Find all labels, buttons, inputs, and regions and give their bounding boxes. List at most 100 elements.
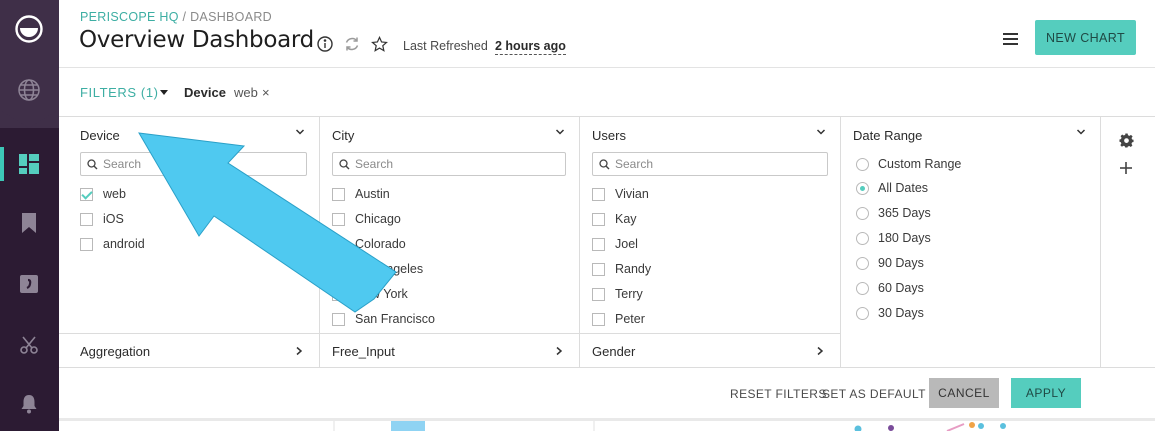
checkbox[interactable] [332,312,345,326]
scissors-icon[interactable] [14,330,44,360]
option-label: San Francisco [355,312,435,326]
city-option-san-francisco[interactable]: San Francisco [332,310,435,328]
option-label: iOS [103,212,124,226]
users-search-field[interactable] [592,152,828,176]
radio-button[interactable] [856,231,869,245]
city-option-los-angeles[interactable]: Los Angeles [332,260,423,278]
date-option-60-days[interactable]: 60 Days [856,279,924,297]
periscope-logo-icon[interactable] [14,14,44,44]
last-refreshed-value[interactable]: 2 hours ago [495,39,566,55]
city-filter-title: City [332,128,355,143]
option-label: Terry [615,287,643,301]
checkbox[interactable] [592,262,605,276]
date-range-filter-title: Date Range [853,128,923,143]
bell-icon[interactable] [14,389,44,419]
city-option-austin[interactable]: Austin [332,185,390,203]
date-option-365-days[interactable]: 365 Days [856,204,931,222]
aggregation-filter-row[interactable]: Aggregation [59,333,320,368]
city-filter-column: City Austin Chicago Colorado Los Angeles… [320,117,580,333]
hamburger-menu-icon[interactable] [1000,29,1022,49]
users-search-input[interactable] [615,156,815,172]
date-option-30-days[interactable]: 30 Days [856,304,924,322]
device-option-android[interactable]: android [80,235,145,253]
panel-side-tools [1101,117,1155,368]
city-option-colorado[interactable]: Colorado [332,235,406,253]
date-option-all-dates[interactable]: All Dates [856,179,928,197]
free-input-filter-row[interactable]: Free_Input [320,333,580,368]
city-option-chicago[interactable]: Chicago [332,210,401,228]
gender-filter-row[interactable]: Gender [580,333,841,368]
option-label: Chicago [355,212,401,226]
date-option-180-days[interactable]: 180 Days [856,229,931,247]
radio-button[interactable] [856,281,869,295]
users-option-vivian[interactable]: Vivian [592,185,649,203]
option-label: Randy [615,262,652,276]
checkbox[interactable] [332,262,345,276]
star-icon[interactable] [370,35,388,53]
date-option-90-days[interactable]: 90 Days [856,254,924,272]
bookmark-icon[interactable] [14,208,44,238]
plus-icon[interactable] [1117,159,1135,177]
set-as-default-link[interactable]: SET AS DEFAULT [822,387,926,401]
search-icon [599,159,610,170]
city-search-input[interactable] [355,156,555,172]
sql-icon[interactable] [14,269,44,299]
checkbox[interactable] [592,187,605,201]
apply-button[interactable]: APPLY [1011,378,1081,408]
breadcrumb: PERISCOPE HQ / DASHBOARD [80,10,272,24]
radio-button[interactable] [856,306,869,320]
refresh-icon[interactable] [343,35,361,53]
new-chart-button[interactable]: NEW CHART [1035,20,1136,55]
users-option-peter[interactable]: Peter [592,310,645,328]
checkbox[interactable] [332,237,345,251]
caret-down-icon[interactable] [160,90,168,95]
filters-toggle[interactable]: FILTERS (1) [80,85,159,100]
users-option-joel[interactable]: Joel [592,235,638,253]
date-option-custom-range[interactable]: Custom Range [856,155,961,173]
users-option-randy[interactable]: Randy [592,260,651,278]
rail-notch [0,110,58,128]
checkbox[interactable] [592,287,605,301]
globe-icon[interactable] [14,75,44,105]
users-option-kay[interactable]: Kay [592,210,637,228]
remove-filter-icon[interactable]: × [262,85,270,100]
users-option-terry[interactable]: Terry [592,285,643,303]
checkbox[interactable] [592,212,605,226]
checkbox[interactable] [592,237,605,251]
dashboard-icon[interactable] [14,149,44,179]
reset-filters-link[interactable]: RESET FILTERS [730,387,827,401]
chevron-down-icon[interactable] [1076,127,1086,137]
device-search-input[interactable] [103,156,303,172]
radio-button-selected[interactable] [856,181,869,195]
breadcrumb-org-link[interactable]: PERISCOPE HQ [80,10,179,24]
radio-button[interactable] [856,206,869,220]
device-option-ios[interactable]: iOS [80,210,124,228]
header-divider [59,67,1155,68]
chevron-down-icon[interactable] [816,127,826,137]
device-filter-column: Device web iOS android [59,117,320,333]
device-option-web[interactable]: web [80,185,126,203]
option-label: Kay [615,212,637,226]
radio-button[interactable] [856,256,869,270]
chevron-right-icon [556,346,563,356]
checkbox[interactable] [592,312,605,326]
cancel-button[interactable]: CANCEL [929,378,999,408]
checkbox[interactable] [332,187,345,201]
date-range-filter-column: Date Range Custom Range All Dates 365 Da… [841,117,1101,368]
device-search-field[interactable] [80,152,307,176]
option-label: 90 Days [878,256,924,270]
radio-button[interactable] [856,157,869,171]
chevron-down-icon[interactable] [295,127,305,137]
checkbox[interactable] [80,212,93,226]
chevron-down-icon[interactable] [555,127,565,137]
info-icon[interactable] [316,35,334,53]
gear-icon[interactable] [1117,131,1135,149]
city-search-field[interactable] [332,152,566,176]
option-label: Peter [615,312,645,326]
checkbox[interactable] [332,287,345,301]
checkbox-checked[interactable] [80,187,93,201]
city-option-new-york[interactable]: New York [332,285,408,303]
search-icon [339,159,350,170]
checkbox[interactable] [80,237,93,251]
checkbox[interactable] [332,212,345,226]
